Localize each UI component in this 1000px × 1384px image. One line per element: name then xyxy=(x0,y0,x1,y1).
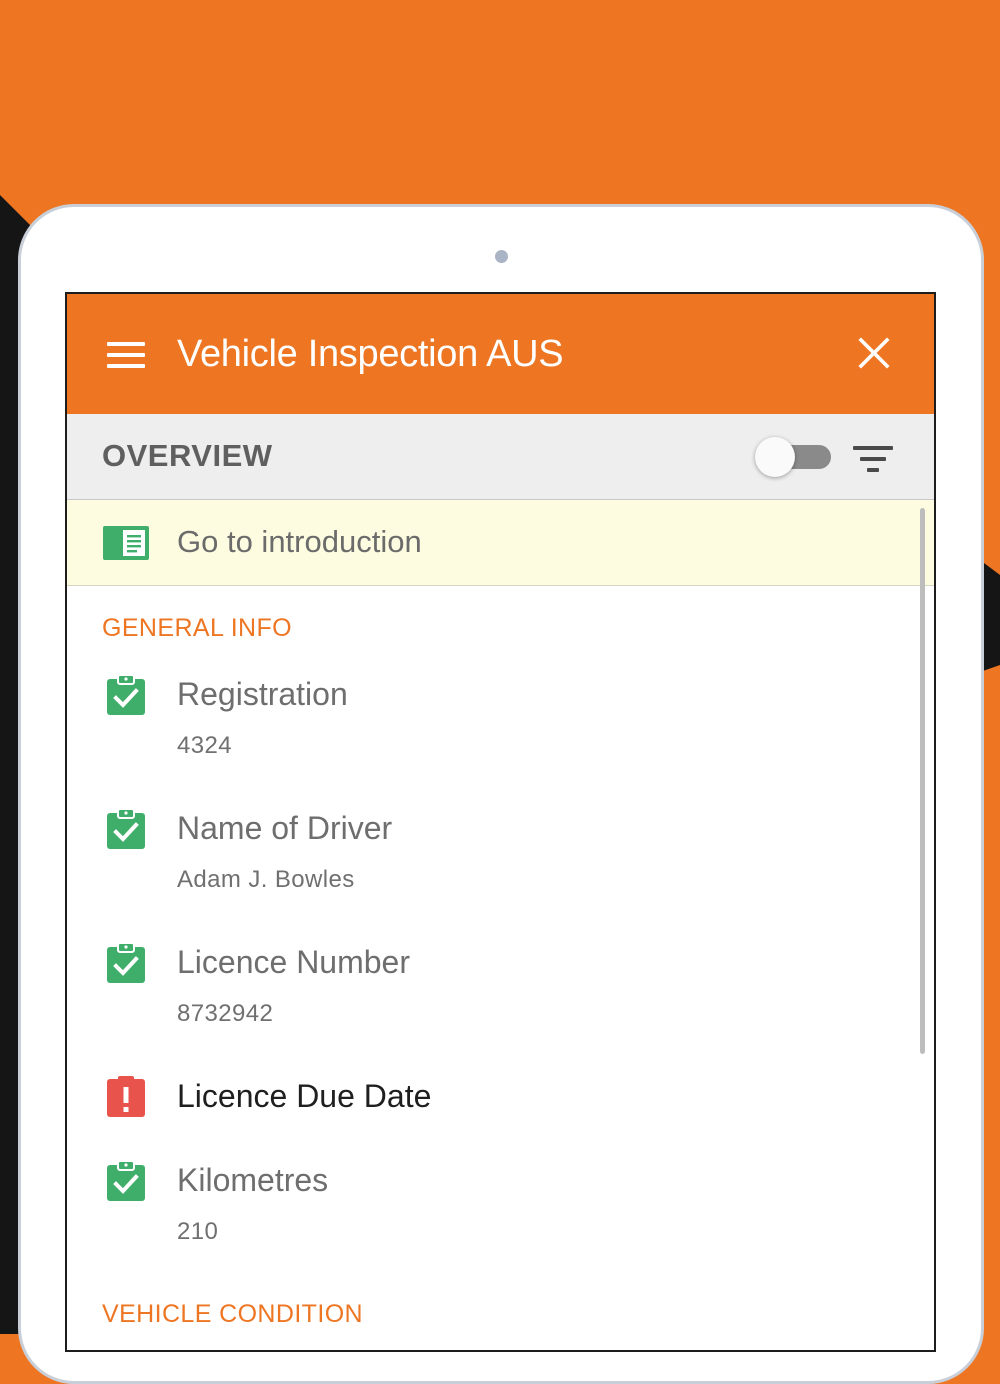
overview-toggle[interactable] xyxy=(755,436,833,478)
overview-title: OVERVIEW xyxy=(102,438,273,473)
item-value: 4324 xyxy=(177,732,232,759)
item-value: 210 xyxy=(177,1218,219,1245)
section-title-general-info: GENERAL INFO xyxy=(102,614,293,642)
item-value: Adam J. Bowles xyxy=(177,866,355,893)
app-title: Vehicle Inspection AUS xyxy=(177,333,564,375)
filter-icon[interactable] xyxy=(853,444,893,474)
clipboard-check-icon xyxy=(107,1160,145,1201)
app-bar: Vehicle Inspection AUS xyxy=(67,294,934,414)
clipboard-check-icon xyxy=(107,674,145,715)
clipboard-check-icon xyxy=(107,808,145,849)
go-to-introduction-label: Go to introduction xyxy=(177,524,422,559)
overview-bar: OVERVIEW xyxy=(67,414,934,500)
app-screen: Vehicle Inspection AUS OVERVIEW Go to in… xyxy=(65,292,936,1352)
section-title-vehicle-condition: VEHICLE CONDITION xyxy=(102,1300,363,1328)
tablet-camera xyxy=(495,250,508,263)
alert-icon xyxy=(107,1076,145,1117)
item-label: Licence Due Date xyxy=(177,1078,432,1114)
clipboard-check-icon xyxy=(107,942,145,983)
item-label: Name of Driver xyxy=(177,810,393,846)
book-icon xyxy=(103,526,149,560)
go-to-introduction-row[interactable]: Go to introduction xyxy=(67,500,934,586)
scrollbar[interactable] xyxy=(920,508,925,1054)
item-value: 8732942 xyxy=(177,1000,274,1027)
hamburger-menu-icon[interactable] xyxy=(107,342,145,368)
item-label: Registration xyxy=(177,676,348,712)
toggle-thumb xyxy=(755,437,795,477)
item-label: Kilometres xyxy=(177,1162,329,1198)
item-label: Licence Number xyxy=(177,944,410,980)
close-icon[interactable] xyxy=(857,336,891,370)
